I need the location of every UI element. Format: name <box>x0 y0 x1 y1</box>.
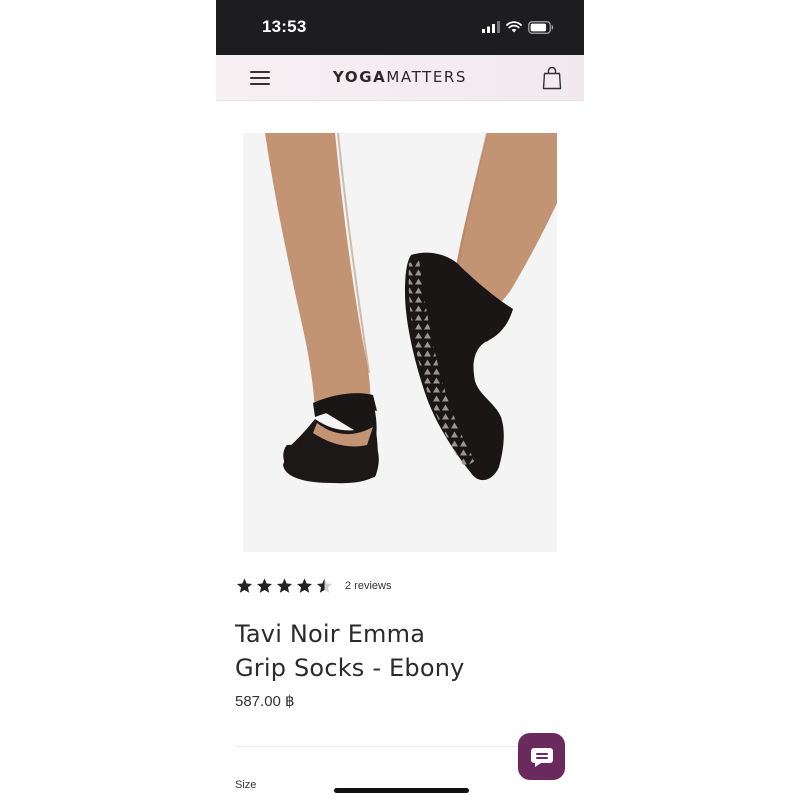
battery-icon <box>528 20 554 34</box>
product-title-line-2: Grip Socks - Ebony <box>235 654 465 682</box>
product-photo-grip-socks <box>243 133 557 552</box>
product-title: Tavi Noir Emma Grip Socks - Ebony <box>235 617 555 685</box>
status-icons <box>482 19 554 35</box>
site-logo[interactable]: YOGAMATTERS <box>216 68 584 86</box>
shopping-bag-icon <box>542 66 562 90</box>
star-icon <box>297 578 312 593</box>
product-title-line-1: Tavi Noir Emma <box>235 620 426 648</box>
logo-light-text: MATTERS <box>386 68 468 86</box>
star-icon <box>257 578 272 593</box>
status-bar: 13:53 <box>216 0 584 55</box>
rating-stars <box>235 577 334 595</box>
product-price: 587.00 ฿ <box>235 693 295 710</box>
half-star-icon <box>317 578 332 593</box>
chat-button[interactable] <box>518 733 565 780</box>
star-icon <box>237 578 252 593</box>
product-image[interactable] <box>243 133 557 552</box>
chat-bubble-icon <box>530 747 553 767</box>
home-indicator[interactable] <box>334 788 469 793</box>
logo-bold-text: YOGA <box>332 68 387 86</box>
wifi-icon <box>506 21 522 33</box>
divider <box>235 746 541 747</box>
phone-screen: 13:53 YOGAMATTERS 2 reviews Tavi Noir Em… <box>216 0 584 800</box>
cellular-signal-icon <box>482 21 500 33</box>
size-label: Size <box>235 779 257 791</box>
star-icon <box>277 578 292 593</box>
site-header: YOGAMATTERS <box>216 55 584 101</box>
product-rating: 2 reviews <box>235 577 391 595</box>
shopping-bag-button[interactable] <box>542 66 562 90</box>
reviews-link[interactable]: 2 reviews <box>345 580 391 592</box>
status-time: 13:53 <box>262 17 307 36</box>
